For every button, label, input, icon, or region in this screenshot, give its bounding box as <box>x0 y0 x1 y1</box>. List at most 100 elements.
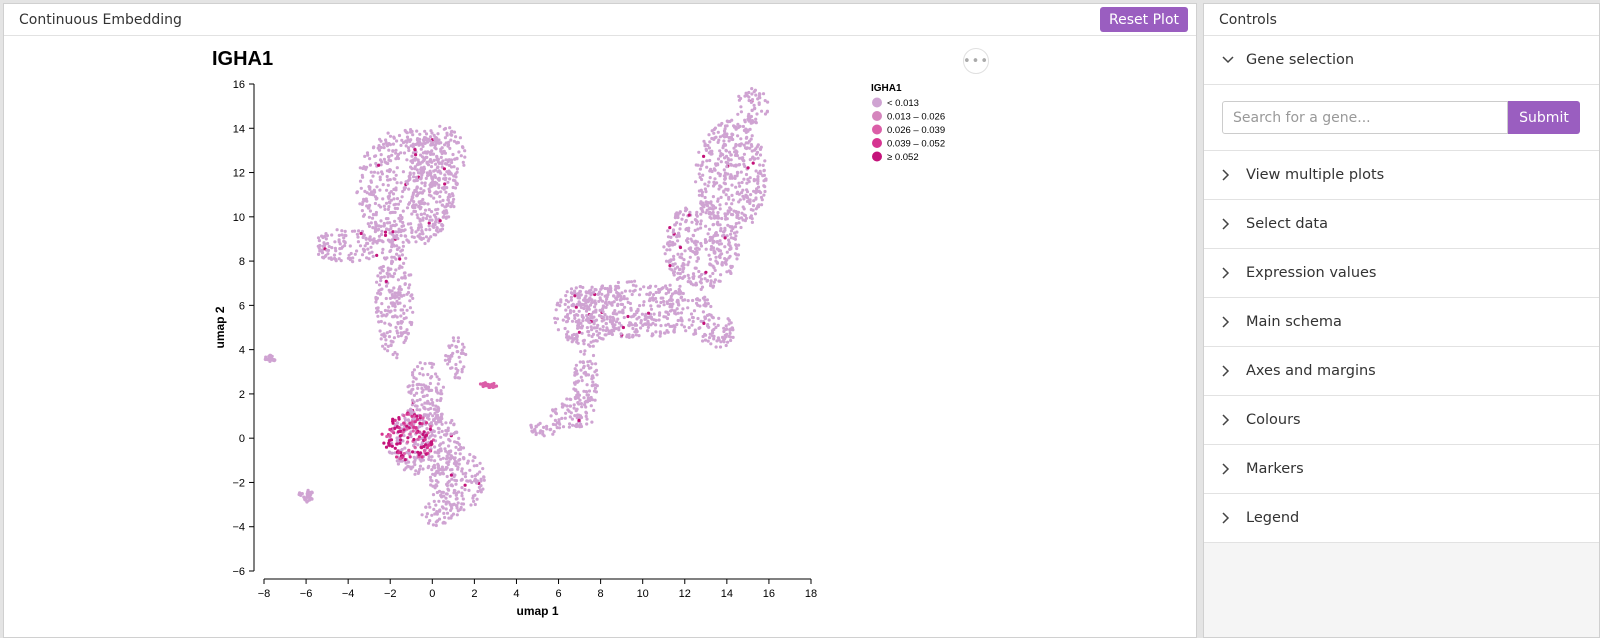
data-point <box>343 229 347 233</box>
data-point <box>440 422 444 426</box>
data-point <box>386 178 390 182</box>
data-point <box>444 502 448 506</box>
data-point <box>403 128 407 133</box>
data-point <box>704 211 708 215</box>
data-point <box>456 336 460 340</box>
data-point <box>421 216 425 220</box>
umap-scatter-plot[interactable]: −8 −6 −4 −2 0 2 4 6 8 10 12 14 16 18−6−4−202468101214… <box>4 36 1197 638</box>
data-point <box>402 304 406 308</box>
data-point <box>695 297 700 301</box>
x-tick-label: 18 <box>805 588 817 600</box>
data-point <box>700 190 705 194</box>
legend-swatch <box>872 111 882 121</box>
data-point <box>747 112 751 116</box>
data-point <box>368 209 372 213</box>
data-point <box>686 306 690 310</box>
data-point <box>432 213 436 217</box>
data-point <box>593 370 597 374</box>
data-point <box>711 246 716 250</box>
accordion-select-data[interactable]: Select data <box>1204 200 1599 249</box>
data-point <box>722 139 726 143</box>
accordion-label: Select data <box>1246 216 1329 232</box>
data-point <box>332 253 337 257</box>
data-point <box>717 338 721 342</box>
data-point <box>659 324 663 328</box>
data-point <box>393 291 397 295</box>
data-point <box>392 336 396 340</box>
accordion-colours[interactable]: Colours <box>1204 396 1599 445</box>
accordion-markers[interactable]: Markers <box>1204 445 1599 494</box>
data-point <box>398 199 402 203</box>
reset-plot-button[interactable]: Reset Plot <box>1100 7 1188 32</box>
plot-area[interactable]: −8 −6 −4 −2 0 2 4 6 8 10 12 14 16 18 −6 −4 −2 0 2 4 6 8 10 12 14… <box>4 36 1197 638</box>
data-point <box>529 423 533 427</box>
data-point <box>675 265 680 269</box>
data-point <box>428 158 433 162</box>
more-options-button[interactable]: ••• <box>963 48 989 74</box>
data-point <box>419 147 423 151</box>
data-point <box>604 333 608 337</box>
data-point <box>680 323 684 327</box>
data-point <box>306 492 310 496</box>
data-point <box>760 203 764 207</box>
data-point <box>428 448 432 453</box>
data-point <box>731 198 735 202</box>
submit-button[interactable]: Submit <box>1508 101 1580 134</box>
accordion-view-multiple-plots[interactable]: View multiple plots <box>1204 151 1599 200</box>
data-point <box>443 521 447 525</box>
data-point <box>739 105 743 109</box>
data-point <box>741 194 745 198</box>
data-point <box>403 234 407 238</box>
data-point <box>364 236 368 240</box>
data-point <box>603 313 607 317</box>
data-point <box>438 195 442 199</box>
data-point <box>435 511 439 515</box>
y-axis: −6−4−20246810121416 <box>232 79 255 578</box>
accordion-axes-and-margins[interactable]: Axes and margins <box>1204 347 1599 396</box>
data-point <box>717 316 721 320</box>
data-point <box>452 197 456 201</box>
data-point <box>435 388 439 392</box>
data-point <box>379 337 383 341</box>
data-point <box>720 216 724 221</box>
data-point <box>463 483 467 487</box>
data-point <box>467 488 471 492</box>
data-point <box>435 519 440 523</box>
data-point <box>421 138 425 142</box>
data-point <box>726 317 730 321</box>
data-point <box>440 222 444 227</box>
panel-header: Continuous Embedding Reset Plot <box>4 4 1196 36</box>
data-point <box>742 143 746 147</box>
data-point <box>432 507 436 511</box>
data-point <box>598 308 602 312</box>
data-point <box>737 94 741 98</box>
data-point <box>577 324 581 328</box>
accordion-legend[interactable]: Legend <box>1204 494 1599 543</box>
data-point <box>699 287 703 291</box>
accordion-gene-selection[interactable]: Gene selection <box>1204 36 1599 85</box>
data-point <box>569 295 574 299</box>
data-point <box>399 320 403 324</box>
data-point <box>477 485 481 489</box>
accordion-expression-values[interactable]: Expression values <box>1204 249 1599 298</box>
data-point <box>396 430 401 434</box>
data-point <box>335 228 339 232</box>
data-point <box>392 286 396 290</box>
data-point <box>563 416 567 420</box>
continuous-embedding-panel: Continuous Embedding Reset Plot −8 −6 −4 −2… <box>3 3 1197 638</box>
data-point <box>453 489 457 493</box>
data-point <box>425 512 429 516</box>
data-point <box>457 376 462 380</box>
data-point <box>746 166 750 170</box>
data-point <box>713 268 717 272</box>
cluster-small-right-arm <box>443 336 468 380</box>
data-point <box>606 293 610 297</box>
data-point <box>454 372 458 376</box>
x-tick-label: −6 <box>300 588 313 600</box>
gene-search-input[interactable] <box>1222 101 1508 134</box>
data-point <box>587 333 591 337</box>
data-point <box>739 225 743 230</box>
accordion-main-schema[interactable]: Main schema <box>1204 298 1599 347</box>
data-point <box>430 468 434 472</box>
data-point <box>427 187 431 191</box>
